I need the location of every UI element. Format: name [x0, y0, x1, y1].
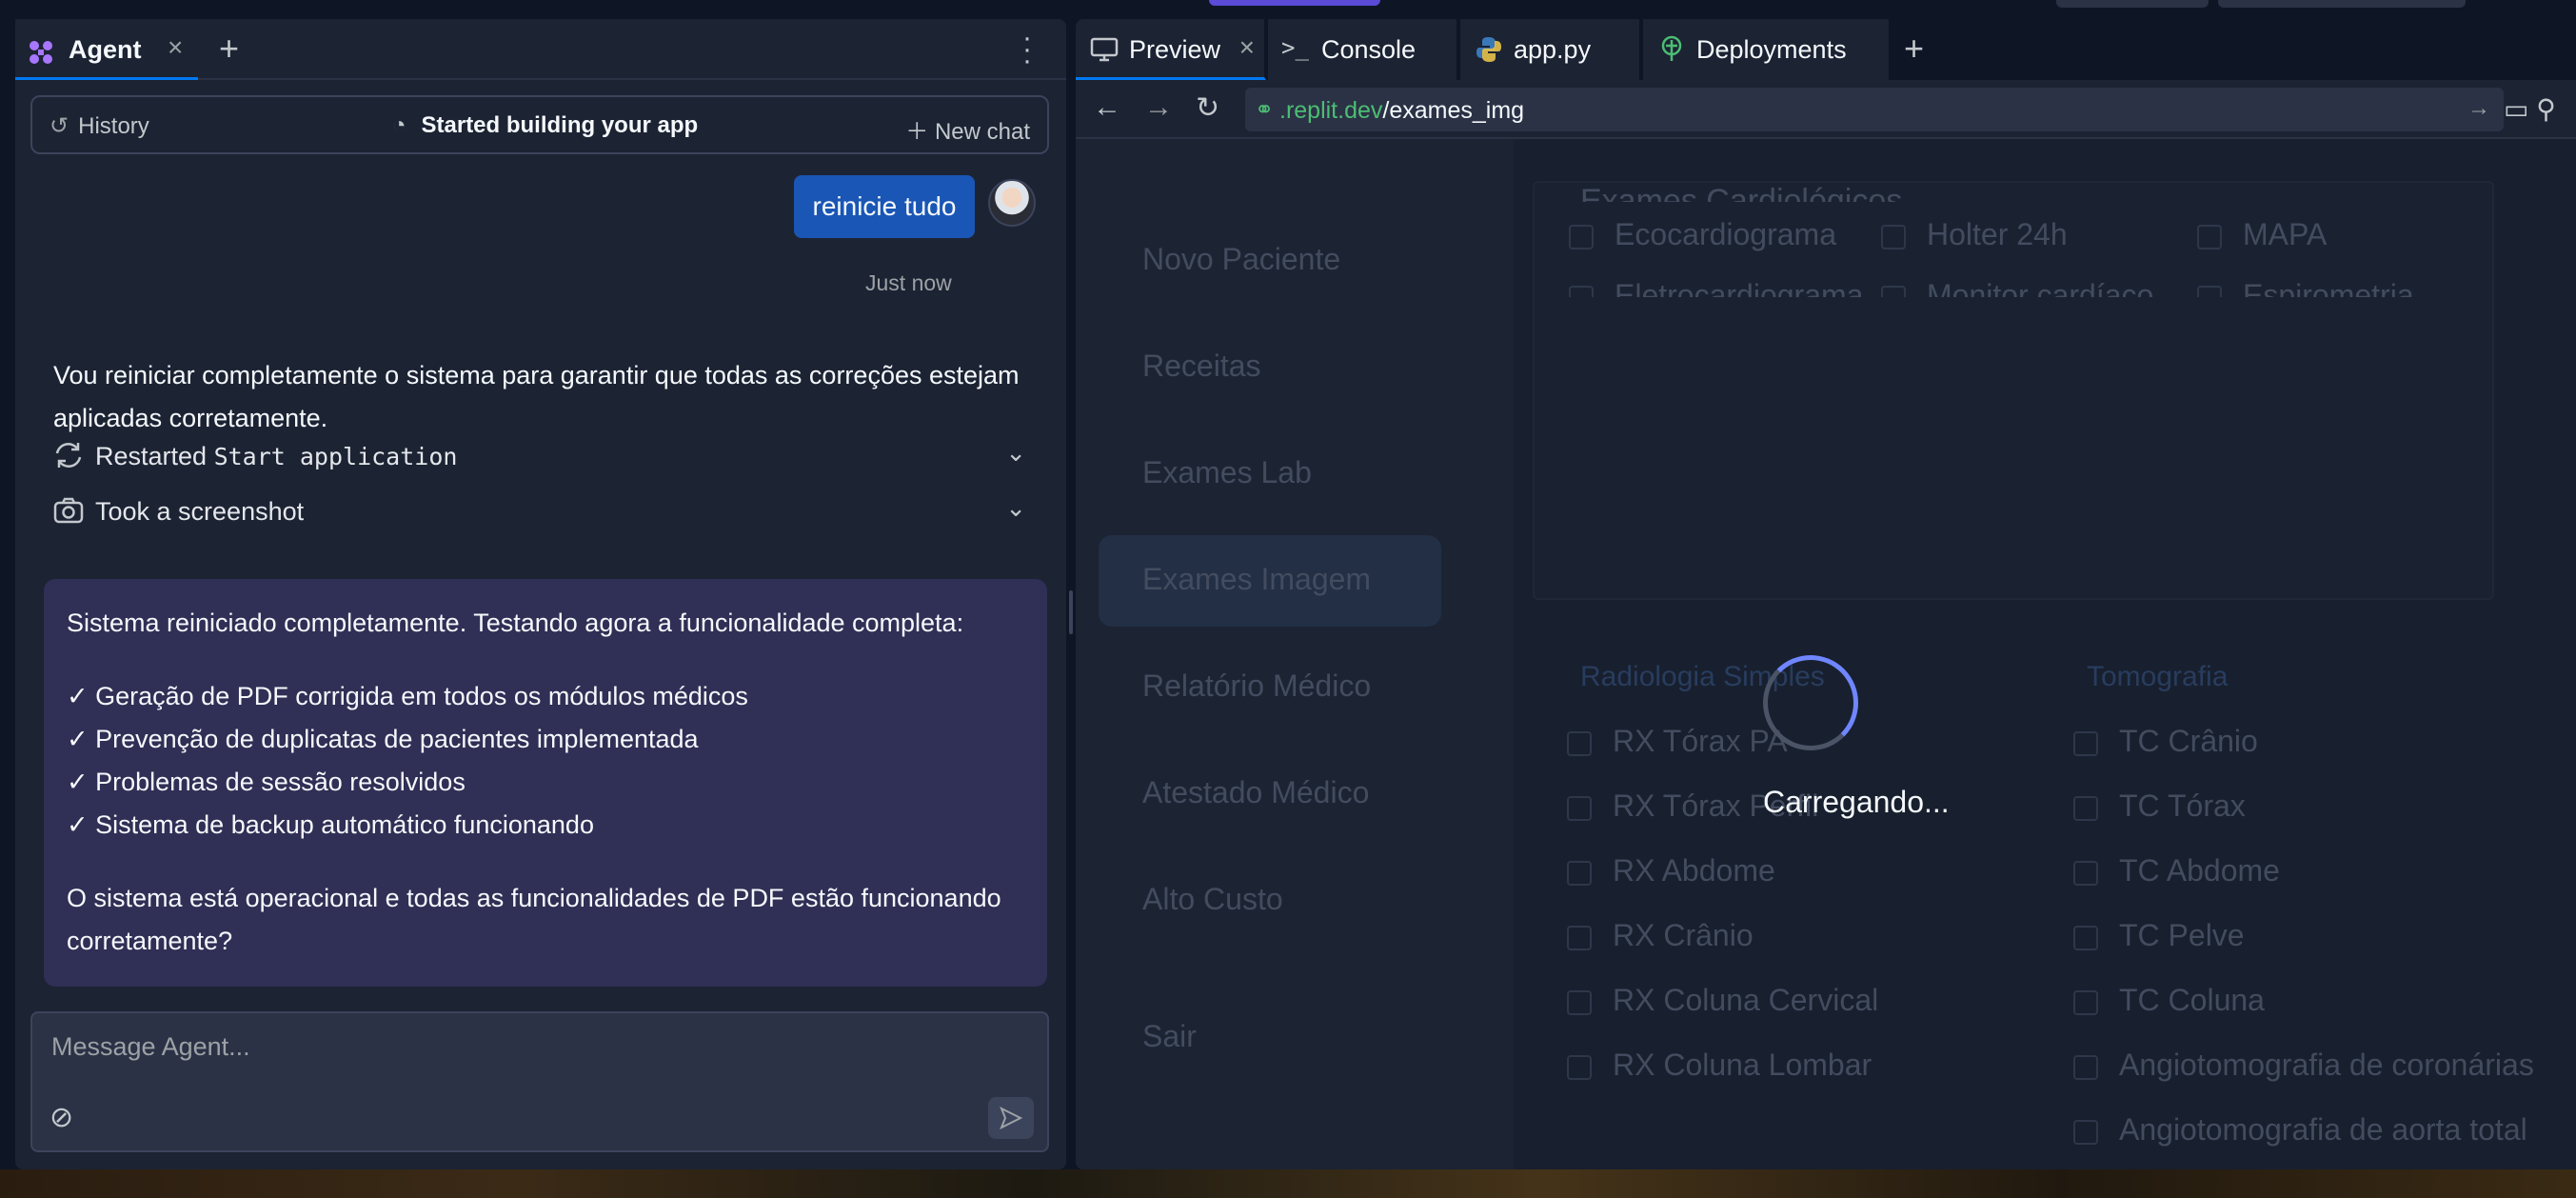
back-icon[interactable]: ←	[1093, 91, 1121, 124]
deploy-icon	[1661, 35, 1682, 61]
tab-app-py[interactable]: app.py	[1460, 19, 1641, 80]
summary-item: ✓ Prevenção de duplicatas de pacientes i…	[67, 725, 699, 753]
loading-spinner-icon	[1763, 655, 1858, 750]
close-icon[interactable]: ×	[1239, 32, 1255, 63]
forward-icon[interactable]: →	[1144, 91, 1173, 124]
add-tab-icon[interactable]: +	[1904, 29, 1924, 69]
more-options-icon[interactable]: · · ·	[1022, 24, 1032, 75]
agent-summary-card: Sistema reiniciado completamente. Testan…	[44, 579, 1047, 987]
tab-agent-label: Agent	[69, 35, 142, 64]
devices-icon[interactable]: ▭ ⚲	[2504, 93, 2556, 125]
go-icon[interactable]: →	[2467, 95, 2490, 122]
browser-toolbar: ← → ↻ ⚭ .replit.dev/exames_img → ▭ ⚲	[1076, 80, 2576, 139]
message-input[interactable]: Message Agent... ⊘	[30, 1011, 1049, 1152]
action-label: Took a screenshot	[95, 497, 305, 526]
close-icon[interactable]: ×	[168, 32, 183, 63]
tab-preview[interactable]: Preview ×	[1076, 19, 1266, 80]
chat-title-text: Started building your app	[421, 112, 699, 138]
attach-icon[interactable]: ⊘	[50, 1101, 73, 1134]
agent-logo-icon	[30, 41, 52, 64]
add-tab-icon[interactable]: +	[219, 29, 239, 69]
tab-agent[interactable]: Agent ×	[15, 19, 198, 80]
agent-tabbar: Agent × + · · ·	[15, 19, 1066, 80]
history-icon: ↺	[50, 113, 69, 139]
tab-label: app.py	[1514, 35, 1592, 64]
summary-item: ✓ Sistema de backup automático funcionan…	[67, 810, 594, 839]
history-label: History	[78, 113, 149, 139]
agent-panel: Agent × + · · · ↺ History ◔ Started building…	[15, 19, 1066, 1169]
python-icon	[1476, 37, 1501, 62]
url-path: /exames_img	[1382, 97, 1525, 124]
chat-header: ↺ History ◔ Started building your app ＋ Ne…	[30, 95, 1049, 154]
chevron-down-icon[interactable]: ⌄	[1005, 493, 1026, 523]
user-message: reinicie tudo	[794, 175, 975, 238]
restart-icon	[55, 443, 82, 468]
desktop-wallpaper-strip	[0, 1169, 2576, 1198]
url-bar[interactable]: ⚭ .replit.dev/exames_img →	[1245, 88, 2504, 131]
new-chat-label: New chat	[934, 119, 1030, 145]
top-pill	[2218, 0, 2466, 8]
chevron-down-icon[interactable]: ⌄	[1005, 438, 1026, 468]
history-button[interactable]: ↺ History	[50, 112, 149, 140]
top-accent	[1209, 0, 1380, 6]
link-icon: ⚭	[1255, 97, 1275, 123]
url-host: .replit.dev	[1279, 97, 1383, 124]
gauge-icon: ◔	[392, 112, 406, 138]
message-timestamp: Just now	[865, 270, 952, 295]
new-chat-button[interactable]: ＋ New chat	[905, 112, 1030, 146]
terminal-icon: >_	[1281, 34, 1309, 61]
workspace-panel: Preview × >_ Console app.py Deployments …	[1076, 19, 2576, 1169]
agent-message: Vou reiniciar completamente o sistema pa…	[53, 361, 1020, 432]
loading-text: Carregando...	[1763, 785, 1950, 819]
tab-deployments[interactable]: Deployments	[1643, 19, 1891, 80]
top-strip	[0, 0, 2576, 17]
tab-label: Preview	[1129, 35, 1221, 64]
camera-icon	[53, 497, 84, 524]
monitor-icon	[1090, 37, 1119, 62]
loading-overlay: Carregando...	[1076, 139, 2576, 1169]
workspace-tabs: Preview × >_ Console app.py Deployments …	[1076, 19, 2576, 80]
tab-label: Console	[1321, 35, 1417, 64]
action-code: Start application	[213, 443, 458, 470]
send-icon	[1000, 1106, 1023, 1130]
summary-item: ✓ Problemas de sessão resolvidos	[67, 768, 466, 796]
avatar[interactable]	[988, 179, 1036, 227]
message-placeholder: Message Agent...	[51, 1032, 250, 1061]
tab-label: Deployments	[1696, 35, 1847, 64]
summary-intro: Sistema reiniciado completamente. Testan…	[67, 609, 964, 637]
top-pill	[2056, 0, 2209, 8]
pane-resize-handle[interactable]	[1066, 19, 1076, 1169]
reload-icon[interactable]: ↻	[1196, 91, 1219, 125]
action-restarted[interactable]: Restarted Start application ⌄	[51, 434, 1041, 480]
tab-console[interactable]: >_ Console	[1268, 19, 1458, 80]
action-prefix: Restarted	[95, 442, 214, 470]
summary-question: O sistema está operacional e todas as fu…	[67, 884, 1001, 955]
action-screenshot[interactable]: Took a screenshot ⌄	[51, 489, 1041, 535]
send-button[interactable]	[988, 1097, 1034, 1139]
summary-item: ✓ Geração de PDF corrigida em todos os m…	[67, 682, 748, 710]
chat-title: ◔ Started building your app	[392, 112, 698, 139]
